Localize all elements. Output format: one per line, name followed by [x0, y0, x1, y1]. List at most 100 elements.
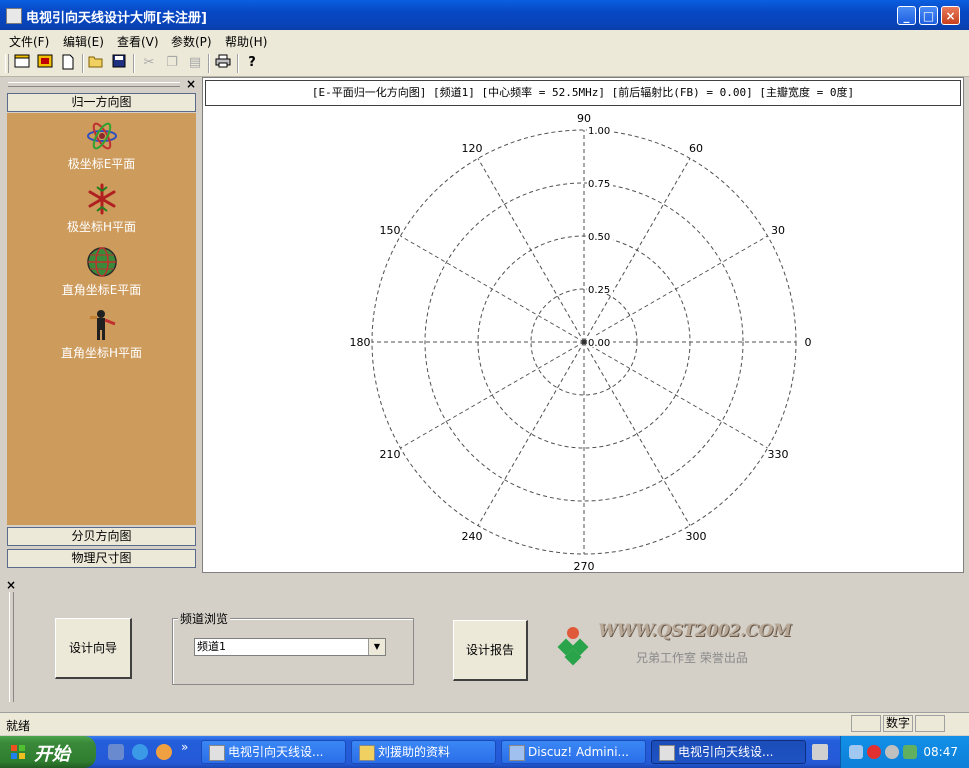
globe-icon	[86, 247, 117, 277]
task-item[interactable]: Discuz! Admini...	[501, 740, 646, 764]
nav-item-cartesian-h[interactable]: 直角坐标H平面	[7, 308, 196, 361]
nav-item-label: 直角坐标H平面	[60, 346, 143, 360]
taskbar: 开始 » 电视引向天线设... 刘援助的资料 Discuz! Admini...…	[0, 736, 969, 768]
polar-grid-spoke	[400, 235, 585, 343]
menu-params[interactable]: 参数(P)	[171, 33, 212, 50]
polar-radial-label: 0.00	[588, 338, 610, 349]
volume-icon[interactable]	[885, 745, 899, 759]
minimize-button[interactable]: _	[897, 6, 916, 25]
channel-group-label: 频道浏览	[178, 610, 231, 627]
help-icon[interactable]: ?	[243, 54, 261, 72]
nav-item-cartesian-e[interactable]: 直角坐标E平面	[7, 245, 196, 298]
polar-grid-spoke	[400, 341, 585, 449]
polar-angle-label: 0	[805, 336, 812, 349]
nav-item-label: 直角坐标E平面	[61, 283, 142, 297]
panel-grip[interactable]	[8, 82, 180, 87]
snowflake-icon	[88, 183, 115, 215]
status-text: 就绪	[6, 719, 31, 733]
save-icon[interactable]	[110, 54, 128, 72]
browser-icon	[509, 745, 525, 761]
start-label: 开始	[34, 744, 70, 765]
task-item[interactable]: 刘援助的资料	[351, 740, 496, 764]
polar-grid-spoke	[583, 341, 768, 449]
menu-help[interactable]: 帮助(H)	[225, 33, 267, 50]
open-folder-icon[interactable]	[87, 54, 105, 72]
quicklaunch-desktop-icon[interactable]	[108, 744, 124, 760]
atom-icon	[86, 122, 117, 150]
nav-item-label: 极坐标H平面	[66, 220, 137, 234]
status-bar: 就绪 数字	[0, 712, 969, 735]
polar-angle-label: 30	[771, 224, 785, 237]
quicklaunch-ie-icon[interactable]	[132, 744, 148, 760]
quicklaunch-chevron-icon[interactable]: »	[181, 740, 188, 754]
bottom-panel-grip[interactable]	[9, 592, 14, 702]
person-icon	[89, 310, 116, 340]
polar-chart: 0 30 60 90 120 150 180 210 240 270 300 330 0.00 0.25 0…	[350, 112, 812, 572]
app-window-icon	[659, 745, 675, 761]
polar-center-point	[581, 339, 587, 345]
window-title: 电视引向天线设计大师[未注册]	[26, 11, 207, 26]
system-tray: 08:47	[840, 736, 969, 768]
menu-edit[interactable]: 编辑(E)	[63, 33, 104, 50]
cut-icon: ✂	[143, 55, 155, 70]
polar-radial-label: 0.25	[588, 285, 610, 296]
app-icon[interactable]	[6, 8, 22, 24]
polar-angle-label: 210	[380, 448, 401, 461]
polar-angle-label: 300	[686, 530, 707, 543]
folder-icon	[359, 745, 375, 761]
polar-angle-label: 180	[350, 336, 371, 349]
polar-angle-label: 150	[380, 224, 401, 237]
design-report-button[interactable]: 设计报告	[453, 620, 528, 681]
window-icon[interactable]	[13, 54, 31, 72]
chart-panel: [E-平面归一化方向图] [频道1] [中心频率 = 52.5MHz] [前后辐…	[202, 77, 964, 573]
task-item[interactable]: 电视引向天线设...	[201, 740, 346, 764]
windows-flag-icon	[11, 745, 25, 759]
polar-grid-spoke	[583, 341, 691, 526]
nav-body: 极坐标E平面 极坐标H平面 直角坐标E平面 直角坐标H平面	[7, 113, 196, 525]
status-cell-empty	[851, 715, 881, 732]
quicklaunch-qq-icon[interactable]	[156, 744, 172, 760]
toolbar: ✂ ❐ ▤ ?	[0, 51, 969, 77]
app-window-icon	[209, 745, 225, 761]
network-icon[interactable]	[849, 745, 863, 759]
polar-angle-label: 120	[462, 142, 483, 155]
nav-item-polar-e[interactable]: 极坐标E平面	[7, 119, 196, 172]
polar-grid-spoke	[477, 341, 585, 526]
print-icon[interactable]	[214, 54, 232, 72]
chevron-down-icon[interactable]: ▼	[368, 639, 385, 655]
nav-header-physical-size[interactable]: 物理尺寸图	[7, 549, 196, 568]
design-wizard-button[interactable]: 设计向导	[55, 618, 132, 679]
left-nav-panel: × 归一方向图 极坐标E平面 极坐标H平面 直角坐标E平面 直角坐标H平面 分贝…	[6, 77, 198, 571]
task-item-active[interactable]: 电视引向天线设...	[651, 740, 806, 764]
nav-header-decibel[interactable]: 分贝方向图	[7, 527, 196, 546]
left-panel-close-icon[interactable]: ×	[186, 77, 196, 91]
polar-angle-label: 90	[577, 112, 591, 125]
brand-logo: WWW.QST2002.COM 兄弟工作室 荣誉出品	[550, 621, 792, 671]
status-num: 数字	[883, 715, 913, 732]
menu-view[interactable]: 查看(V)	[117, 33, 159, 50]
nav-header-normalized[interactable]: 归一方向图	[7, 93, 196, 112]
polar-angle-label: 60	[689, 142, 703, 155]
menu-file[interactable]: 文件(F)	[9, 33, 49, 50]
polar-radial-label: 0.75	[588, 179, 610, 190]
security-shield-icon[interactable]	[867, 745, 881, 759]
start-button[interactable]: 开始	[0, 736, 96, 768]
paste-icon: ▤	[188, 55, 202, 70]
new-file-icon[interactable]	[59, 54, 77, 72]
logo-subtitle: 兄弟工作室 荣誉出品	[636, 651, 748, 665]
polar-angle-label: 270	[574, 560, 595, 572]
maximize-button[interactable]: □	[919, 6, 938, 25]
close-button[interactable]: ×	[941, 6, 960, 25]
polar-radial-label: 1.00	[588, 126, 610, 137]
logo-url: WWW.QST2002.COM	[598, 621, 792, 641]
copy-icon: ❐	[166, 55, 178, 70]
nav-item-label: 极坐标E平面	[67, 157, 136, 171]
tray-app-icon[interactable]	[903, 745, 917, 759]
keyboard-icon[interactable]	[812, 744, 828, 760]
polar-angle-label: 240	[462, 530, 483, 543]
polar-grid-spoke	[477, 158, 585, 343]
d-icon[interactable]	[36, 54, 54, 72]
nav-item-polar-h[interactable]: 极坐标H平面	[7, 182, 196, 235]
bottom-panel-close-icon[interactable]: ×	[6, 578, 16, 592]
channel-select[interactable]: 频道1 ▼	[194, 638, 386, 656]
